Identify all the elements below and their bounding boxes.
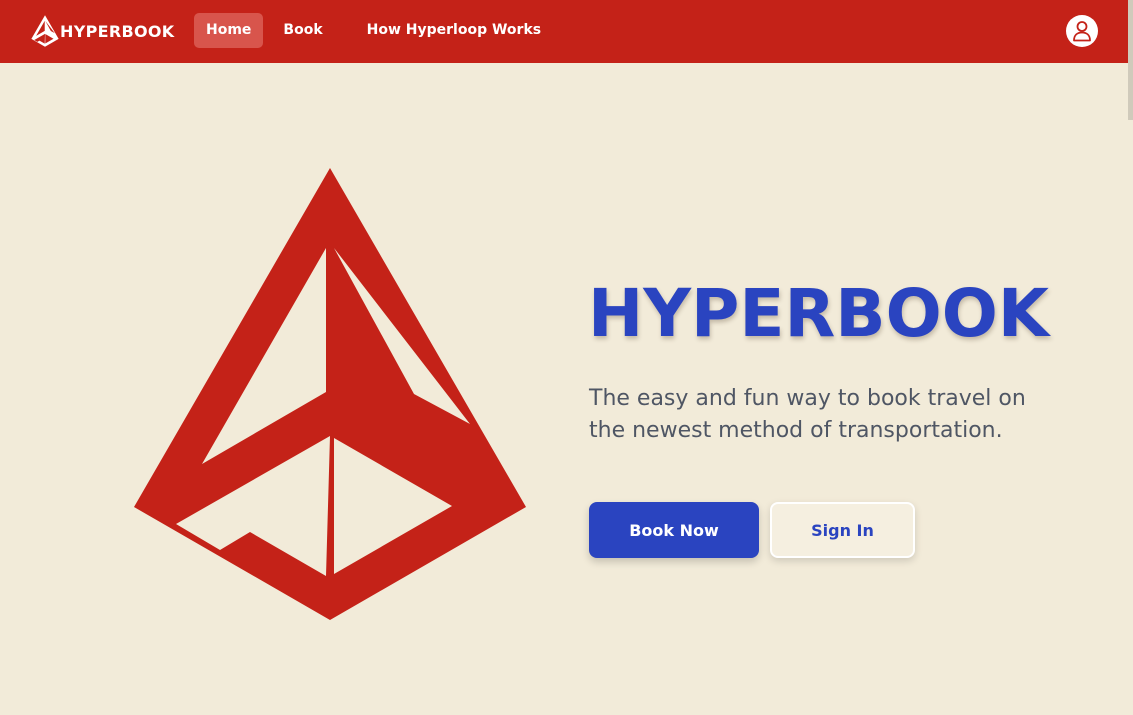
top-navbar: HYPERBOOK Home Book How Hyperloop Works	[0, 0, 1133, 63]
page-scrollbar[interactable]	[1128, 0, 1133, 120]
book-now-button[interactable]: Book Now	[589, 502, 759, 558]
sign-in-button[interactable]: Sign In	[770, 502, 915, 558]
profile-button[interactable]	[1066, 15, 1098, 47]
brand-name: HYPERBOOK	[60, 21, 175, 41]
user-icon	[1073, 21, 1091, 42]
nav-item-book[interactable]: Book	[271, 13, 334, 48]
brand-link[interactable]: HYPERBOOK	[30, 14, 174, 48]
page: HYPERBOOK Home Book How Hyperloop Works …	[0, 0, 1133, 715]
nav-item-how-hyperloop-works[interactable]: How Hyperloop Works	[355, 13, 553, 48]
nav-item-home[interactable]: Home	[194, 13, 264, 48]
hyperbook-pyramid-icon	[134, 168, 526, 620]
hyperbook-pyramid-icon	[31, 15, 59, 47]
hero-subtitle: The easy and fun way to book travel on t…	[589, 386, 1026, 443]
hero-title: HYPERBOOK	[588, 275, 1049, 352]
main-nav: Home Book How Hyperloop Works	[194, 13, 557, 48]
